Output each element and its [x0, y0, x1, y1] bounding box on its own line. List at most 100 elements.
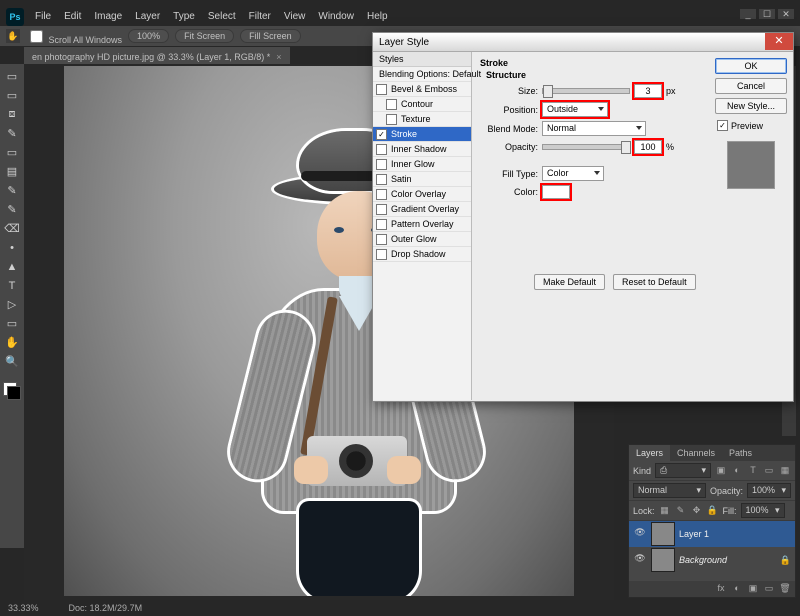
move-tool-icon[interactable]: ▭ — [3, 68, 21, 85]
zoom-readout[interactable]: 33.33% — [8, 603, 39, 613]
menu-select[interactable]: Select — [203, 9, 241, 24]
fill-dropdown[interactable]: 100%▾ — [741, 503, 785, 518]
background-color[interactable] — [7, 386, 21, 400]
layer-row-1[interactable]: 👁 Layer 1 — [629, 521, 795, 547]
trash-icon[interactable]: 🗑 — [779, 583, 791, 595]
tab-channels[interactable]: Channels — [670, 445, 722, 461]
menu-window[interactable]: Window — [313, 9, 359, 24]
style-item-pattern-overlay[interactable]: Pattern Overlay — [373, 217, 471, 232]
lock-pos-icon[interactable]: ✥ — [691, 505, 703, 517]
checkbox-icon[interactable] — [376, 159, 387, 170]
style-item-satin[interactable]: Satin — [373, 172, 471, 187]
menu-file[interactable]: File — [30, 9, 56, 24]
dialog-close-button[interactable]: ✕ — [765, 33, 793, 50]
checkbox-icon[interactable] — [386, 114, 397, 125]
lock-pixel-icon[interactable]: ✎ — [675, 505, 687, 517]
group-icon[interactable]: ▣ — [747, 583, 759, 595]
blend-mode-select[interactable]: Normal — [542, 121, 646, 136]
opacity-dropdown[interactable]: 100%▾ — [747, 483, 791, 498]
pen-tool-icon[interactable]: ▲ — [3, 258, 21, 275]
styles-header[interactable]: Styles — [373, 52, 471, 67]
crop-tool-icon[interactable]: ▭ — [3, 144, 21, 161]
lock-trans-icon[interactable]: ▦ — [659, 505, 671, 517]
style-item-color-overlay[interactable]: Color Overlay — [373, 187, 471, 202]
style-item-gradient-overlay[interactable]: Gradient Overlay — [373, 202, 471, 217]
style-item-outer-glow[interactable]: Outer Glow — [373, 232, 471, 247]
filter-shape-icon[interactable]: ▭ — [763, 465, 775, 477]
path-tool-icon[interactable]: ▷ — [3, 296, 21, 313]
stamp-tool-icon[interactable]: ✎ — [3, 201, 21, 218]
scroll-all-checkbox[interactable]: Scroll All Windows — [26, 27, 122, 46]
checkbox-icon[interactable] — [376, 249, 387, 260]
checkbox-icon[interactable] — [376, 234, 387, 245]
opacity-slider[interactable] — [542, 144, 630, 150]
filltype-select[interactable]: Color — [542, 166, 604, 181]
checkbox-icon[interactable] — [376, 189, 387, 200]
size-slider[interactable] — [542, 88, 630, 94]
filter-smart-icon[interactable]: ▦ — [779, 465, 791, 477]
checkbox-icon[interactable] — [376, 174, 387, 185]
layer-row-bg[interactable]: 👁 Background 🔒 — [629, 547, 795, 573]
opacity-input[interactable]: 100 — [634, 140, 662, 154]
new-style-button[interactable]: New Style... — [715, 98, 787, 114]
visibility-icon[interactable]: 👁 — [633, 527, 647, 541]
color-swatch[interactable] — [3, 382, 21, 400]
filter-adjust-icon[interactable]: ◐ — [731, 465, 743, 477]
style-item-bevel[interactable]: Bevel & Emboss — [373, 82, 471, 97]
lasso-tool-icon[interactable]: ⧈ — [3, 106, 21, 123]
preview-checkbox[interactable]: ✓Preview — [715, 120, 787, 131]
tab-layers[interactable]: Layers — [629, 445, 670, 461]
fill-screen-button[interactable]: Fill Screen — [240, 29, 301, 43]
ok-button[interactable]: OK — [715, 58, 787, 74]
eraser-tool-icon[interactable]: ⌫ — [3, 220, 21, 237]
style-item-texture[interactable]: Texture — [373, 112, 471, 127]
checkbox-icon[interactable] — [376, 204, 387, 215]
menu-layer[interactable]: Layer — [130, 9, 165, 24]
close-button[interactable]: ✕ — [778, 9, 794, 19]
menu-image[interactable]: Image — [89, 9, 127, 24]
position-select[interactable]: Outside — [542, 102, 608, 117]
style-item-contour[interactable]: Contour — [373, 97, 471, 112]
menu-type[interactable]: Type — [168, 9, 200, 24]
zoom-tool-icon[interactable]: 🔍 — [3, 353, 21, 370]
cancel-button[interactable]: Cancel — [715, 78, 787, 94]
hand-tool-icon[interactable]: ✋ — [6, 29, 20, 43]
checkbox-icon[interactable] — [376, 144, 387, 155]
hand-tool-icon[interactable]: ✋ — [3, 334, 21, 351]
dialog-titlebar[interactable]: Layer Style ✕ — [373, 33, 793, 52]
document-tab-close-icon[interactable]: × — [276, 52, 281, 62]
size-input[interactable]: 3 — [634, 84, 662, 98]
brush-tool-icon[interactable]: ✎ — [3, 182, 21, 199]
menu-edit[interactable]: Edit — [59, 9, 86, 24]
menu-help[interactable]: Help — [362, 9, 393, 24]
kind-dropdown[interactable]: ⎙▾ — [655, 463, 711, 478]
tab-paths[interactable]: Paths — [722, 445, 759, 461]
marquee-tool-icon[interactable]: ▭ — [3, 87, 21, 104]
menu-view[interactable]: View — [279, 9, 311, 24]
menu-filter[interactable]: Filter — [244, 9, 276, 24]
visibility-icon[interactable]: 👁 — [633, 553, 647, 567]
max-button[interactable]: ☐ — [759, 9, 775, 19]
checkbox-icon[interactable]: ✓ — [376, 129, 387, 140]
checkbox-icon[interactable] — [386, 99, 397, 110]
style-item-drop-shadow[interactable]: Drop Shadow — [373, 247, 471, 262]
checkbox-icon[interactable]: ✓ — [717, 120, 728, 131]
fit-screen-button[interactable]: Fit Screen — [175, 29, 234, 43]
mask-icon[interactable]: ◐ — [731, 583, 743, 595]
wand-tool-icon[interactable]: ✎ — [3, 125, 21, 142]
make-default-button[interactable]: Make Default — [534, 274, 605, 290]
new-layer-icon[interactable]: ▭ — [763, 583, 775, 595]
style-item-inner-glow[interactable]: Inner Glow — [373, 157, 471, 172]
style-item-blending[interactable]: Blending Options: Default — [373, 67, 471, 82]
checkbox-icon[interactable] — [376, 219, 387, 230]
zoom-100-button[interactable]: 100% — [128, 29, 169, 43]
checkbox-icon[interactable] — [376, 84, 387, 95]
min-button[interactable]: _ — [740, 9, 756, 19]
shape-tool-icon[interactable]: ▭ — [3, 315, 21, 332]
filter-type-icon[interactable]: T — [747, 465, 759, 477]
layer-thumbnail[interactable] — [651, 548, 675, 572]
blend-mode-dropdown[interactable]: Normal▾ — [633, 483, 706, 498]
fx-icon[interactable]: fx — [715, 583, 727, 595]
layer-thumbnail[interactable] — [651, 522, 675, 546]
color-swatch[interactable] — [542, 185, 570, 199]
